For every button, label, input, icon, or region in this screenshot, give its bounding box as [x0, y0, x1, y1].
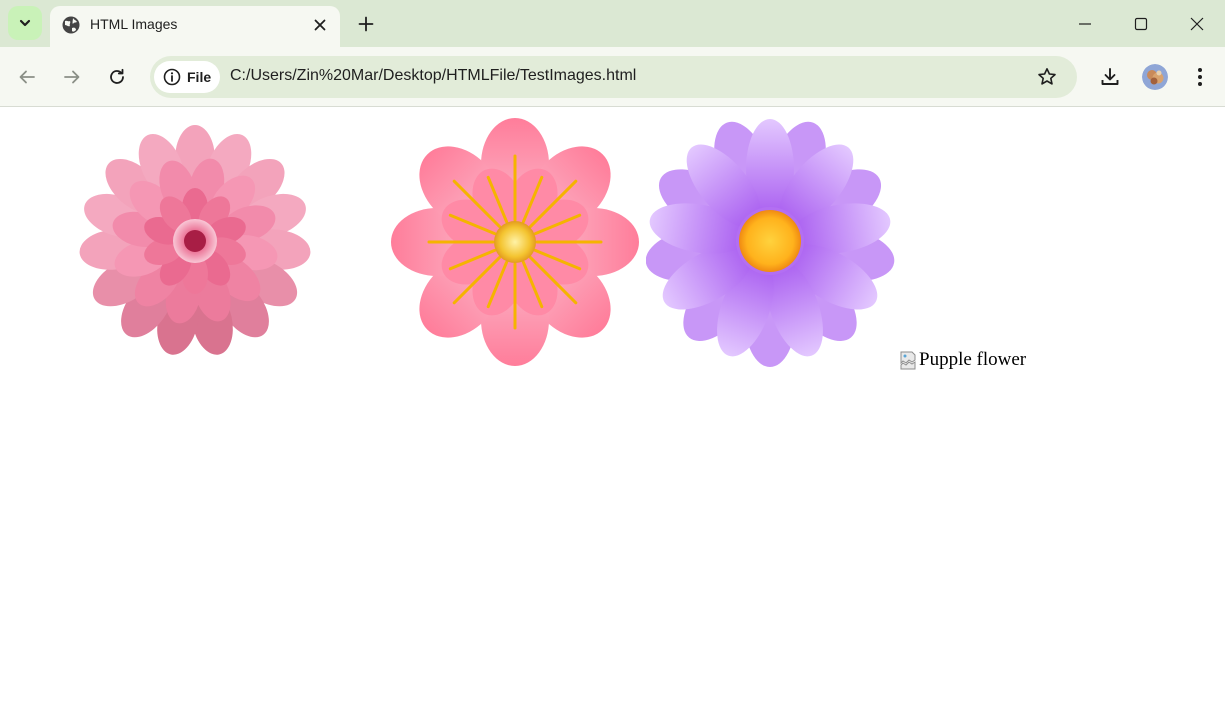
pink-dahlia-image [79, 125, 311, 355]
dahlia-core [184, 230, 206, 252]
broken-image-icon [900, 351, 916, 369]
tab-title: HTML Images [90, 16, 178, 32]
purple-daisy-image [646, 119, 895, 367]
pink-flower-center [494, 221, 536, 263]
chevron-down-icon [19, 19, 31, 27]
downloads-button[interactable] [1094, 61, 1126, 93]
star-icon [1038, 68, 1056, 85]
browser-chrome: HTML Images File C:/Users/Zin%20Mar/Desk… [0, 0, 1225, 107]
broken-image: Pupple flower [900, 349, 1026, 371]
active-tab[interactable]: HTML Images [50, 6, 340, 47]
toolbar: File C:/Users/Zin%20Mar/Desktop/HTMLFile… [0, 47, 1225, 107]
bookmark-button[interactable] [1033, 63, 1061, 91]
more-vertical-icon [1198, 68, 1202, 86]
address-bar[interactable]: File C:/Users/Zin%20Mar/Desktop/HTMLFile… [150, 56, 1077, 98]
download-icon [1101, 68, 1119, 85]
profile-avatar[interactable] [1142, 64, 1168, 90]
tab-close-button[interactable] [308, 13, 332, 37]
broken-image-alt-text: Pupple flower [919, 349, 1027, 370]
profile-avatar-icon [1142, 64, 1168, 90]
url-text[interactable]: C:/Users/Zin%20Mar/Desktop/HTMLFile/Test… [230, 67, 636, 85]
back-button[interactable] [11, 61, 43, 93]
close-icon [1190, 17, 1204, 30]
info-icon [163, 68, 181, 86]
purple-flower-center [739, 210, 801, 272]
site-chip-label: File [187, 69, 212, 85]
maximize-icon [1134, 17, 1148, 30]
forward-button[interactable] [56, 61, 88, 93]
minimize-button[interactable] [1057, 0, 1113, 47]
tab-search-button[interactable] [8, 6, 42, 40]
pink-cartoon-flower-image [391, 118, 639, 366]
globe-icon [62, 16, 80, 34]
menu-button[interactable] [1184, 61, 1216, 93]
page-content: Pupple flower [0, 107, 1225, 727]
arrow-right-icon [64, 70, 80, 84]
plus-icon [358, 16, 374, 32]
new-tab-button[interactable] [352, 10, 380, 38]
maximize-button[interactable] [1113, 0, 1169, 47]
site-info-chip[interactable]: File [154, 61, 220, 93]
reload-icon [110, 68, 124, 84]
close-window-button[interactable] [1169, 0, 1225, 47]
close-icon [314, 19, 326, 31]
arrow-left-icon [19, 70, 35, 84]
tab-strip: HTML Images [0, 0, 1225, 47]
minimize-icon [1079, 22, 1091, 25]
reload-button[interactable] [101, 61, 133, 93]
